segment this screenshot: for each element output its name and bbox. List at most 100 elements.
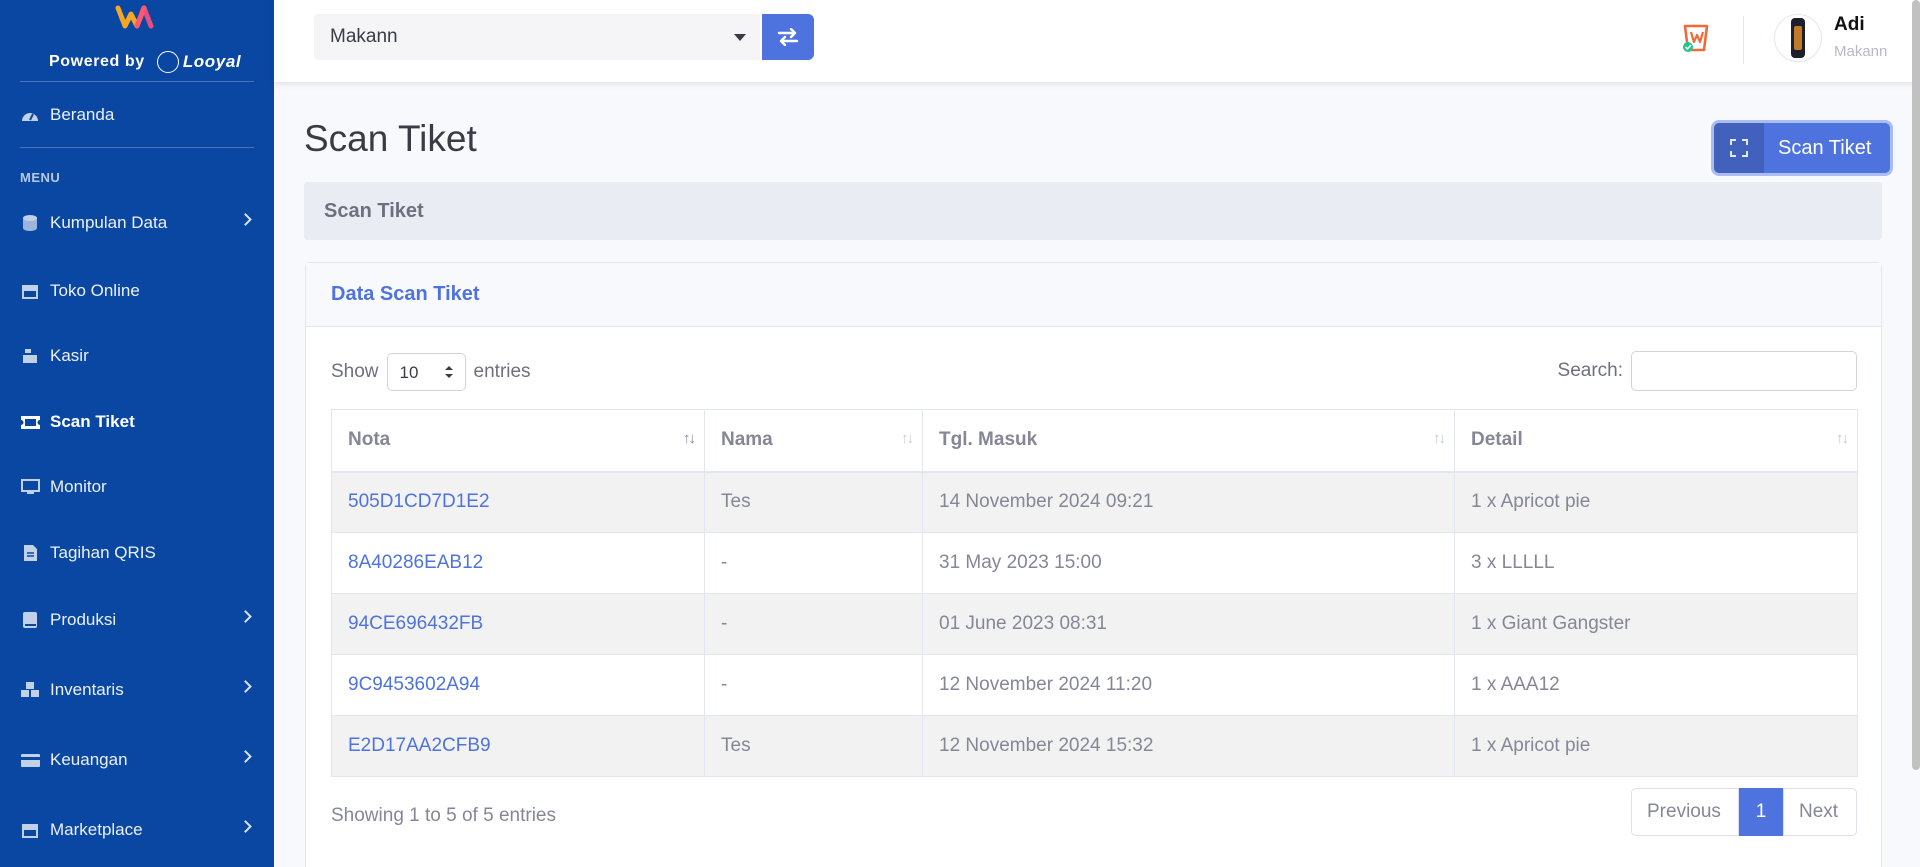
store-icon xyxy=(20,283,40,299)
nama-cell: - xyxy=(704,593,923,655)
tgl-masuk-cell: 12 November 2024 11:20 xyxy=(922,654,1455,716)
scan-ticket-table: Nota ↑↓ Nama ↑↓ Tgl. Masuk ↑↓ Detail ↑↓ 505D… xyxy=(331,409,1858,777)
store-select-value: Makann xyxy=(330,26,398,47)
sidebar-item-monitor[interactable]: Monitor xyxy=(0,467,274,507)
switch-store-button[interactable] xyxy=(762,14,814,60)
pagination-next[interactable]: Next xyxy=(1783,788,1857,836)
pagination-previous[interactable]: Previous xyxy=(1631,788,1739,836)
sidebar-item-label: Tagihan QRIS xyxy=(50,543,156,562)
nota-cell: 8A40286EAB12 xyxy=(331,532,705,594)
desktop-icon xyxy=(20,479,40,495)
sidebar-item-label: Inventaris xyxy=(50,680,124,699)
sidebar-item-keuangan[interactable]: Keuangan xyxy=(0,740,274,780)
tachometer-icon xyxy=(20,107,40,123)
page-scrollbar[interactable] xyxy=(1912,0,1920,770)
column-header-detail[interactable]: Detail ↑↓ xyxy=(1454,409,1858,473)
data-card: Data Scan Tiket Show 10 entries Search: … xyxy=(305,262,1882,867)
sidebar-item-kasir[interactable]: Kasir xyxy=(0,336,274,376)
looyal-logo: Looyal xyxy=(156,51,242,73)
database-icon xyxy=(20,215,40,231)
powered-by-label: Powered by xyxy=(49,53,145,70)
expand-scan-icon xyxy=(1714,123,1764,173)
topbar-divider xyxy=(1743,16,1744,64)
scan-ticket-button[interactable]: Scan Tiket xyxy=(1714,123,1890,173)
sort-icon: ↑↓ xyxy=(901,430,914,447)
nota-link[interactable]: E2D17AA2CFB9 xyxy=(348,735,491,756)
chevron-right-icon xyxy=(239,680,252,693)
sidebar-divider xyxy=(20,147,254,148)
chevron-right-icon xyxy=(239,820,252,833)
ticket-icon xyxy=(20,414,40,430)
table-header-row: Nota ↑↓ Nama ↑↓ Tgl. Masuk ↑↓ Detail ↑↓ xyxy=(331,409,1858,473)
scan-ticket-button-label: Scan Tiket xyxy=(1778,136,1872,159)
chevron-right-icon xyxy=(239,213,252,226)
sidebar-item-tagihan-qris[interactable]: Tagihan QRIS xyxy=(0,533,274,573)
detail-cell: 1 x Giant Gangster xyxy=(1454,593,1858,655)
breadcrumb-item: Scan Tiket xyxy=(324,200,424,222)
table-row: 94CE696432FB - 01 June 2023 08:31 1 x Gi… xyxy=(331,593,1858,655)
search-input[interactable] xyxy=(1631,351,1857,391)
tgl-masuk-cell: 01 June 2023 08:31 xyxy=(922,593,1455,655)
nota-link[interactable]: 505D1CD7D1E2 xyxy=(348,491,490,512)
sidebar-item-inventaris[interactable]: Inventaris xyxy=(0,670,274,710)
nama-cell: Tes xyxy=(704,471,923,533)
sort-asc-icon: ↑↓ xyxy=(683,430,696,447)
sidebar-item-kumpulan-data[interactable]: Kumpulan Data xyxy=(0,203,274,243)
sidebar-item-label: Produksi xyxy=(50,610,117,629)
table-row: 8A40286EAB12 - 31 May 2023 15:00 3 x LLL… xyxy=(331,532,1858,594)
sidebar-item-marketplace[interactable]: Marketplace xyxy=(0,810,274,850)
sidebar-item-label: Keuangan xyxy=(50,750,128,769)
nota-link[interactable]: 94CE696432FB xyxy=(348,613,483,634)
caret-down-icon xyxy=(734,34,746,41)
card-title: Data Scan Tiket xyxy=(306,263,1881,327)
tgl-masuk-cell: 12 November 2024 15:32 xyxy=(922,715,1455,777)
shop-icon xyxy=(20,822,40,838)
sort-icon: ↑↓ xyxy=(1433,430,1446,447)
whatsapp-status-icon[interactable] xyxy=(1679,20,1715,56)
sidebar-item-scan-tiket[interactable]: Scan Tiket xyxy=(0,402,274,442)
cash-register-icon xyxy=(20,348,40,364)
sidebar: Powered by Looyal Beranda MENU Kumpulan … xyxy=(0,0,274,867)
sidebar-item-label: Kasir xyxy=(50,346,89,365)
detail-cell: 1 x AAA12 xyxy=(1454,654,1858,716)
avatar[interactable] xyxy=(1774,14,1822,62)
nota-cell: 505D1CD7D1E2 xyxy=(331,471,705,533)
store-select[interactable]: Makann xyxy=(314,14,760,60)
column-header-tgl-masuk[interactable]: Tgl. Masuk ↑↓ xyxy=(922,409,1455,473)
breadcrumb: Scan Tiket xyxy=(304,182,1882,240)
chevron-right-icon xyxy=(239,750,252,763)
column-header-label: Nota xyxy=(348,429,391,451)
column-header-nota[interactable]: Nota ↑↓ xyxy=(331,409,705,473)
sidebar-item-produksi[interactable]: Produksi xyxy=(0,600,274,640)
chevron-right-icon xyxy=(239,610,252,623)
money-icon xyxy=(20,752,40,768)
show-label: Show xyxy=(331,361,379,382)
nota-link[interactable]: 9C9453602A94 xyxy=(348,674,480,695)
column-header-nama[interactable]: Nama ↑↓ xyxy=(704,409,923,473)
nota-cell: 94CE696432FB xyxy=(331,593,705,655)
looyal-label: Looyal xyxy=(182,52,242,71)
search-label: Search: xyxy=(1557,360,1623,381)
nama-cell: - xyxy=(704,654,923,716)
sidebar-item-beranda[interactable]: Beranda xyxy=(0,95,274,135)
detail-cell: 1 x Apricot pie xyxy=(1454,471,1858,533)
nota-link[interactable]: 8A40286EAB12 xyxy=(348,552,483,573)
exchange-icon xyxy=(777,28,799,46)
sidebar-item-toko-online[interactable]: Toko Online xyxy=(0,271,274,311)
sidebar-brand[interactable]: Powered by Looyal xyxy=(20,0,254,82)
book-icon xyxy=(20,612,40,628)
column-header-label: Detail xyxy=(1471,429,1523,451)
sidebar-item-label: Scan Tiket xyxy=(50,412,135,431)
tgl-masuk-cell: 31 May 2023 15:00 xyxy=(922,532,1455,594)
select-updown-icon xyxy=(444,366,453,378)
table-row: 9C9453602A94 - 12 November 2024 11:20 1 … xyxy=(331,654,1858,716)
user-name[interactable]: Adi xyxy=(1834,14,1865,36)
page-length-select[interactable]: 10 xyxy=(386,353,466,391)
detail-cell: 3 x LLLLL xyxy=(1454,532,1858,594)
sidebar-item-label: Kumpulan Data xyxy=(50,213,168,232)
nama-cell: - xyxy=(704,532,923,594)
pagination-page-1[interactable]: 1 xyxy=(1739,788,1783,836)
file-invoice-icon xyxy=(20,545,40,561)
detail-cell: 1 x Apricot pie xyxy=(1454,715,1858,777)
sidebar-item-label: Monitor xyxy=(50,477,107,496)
